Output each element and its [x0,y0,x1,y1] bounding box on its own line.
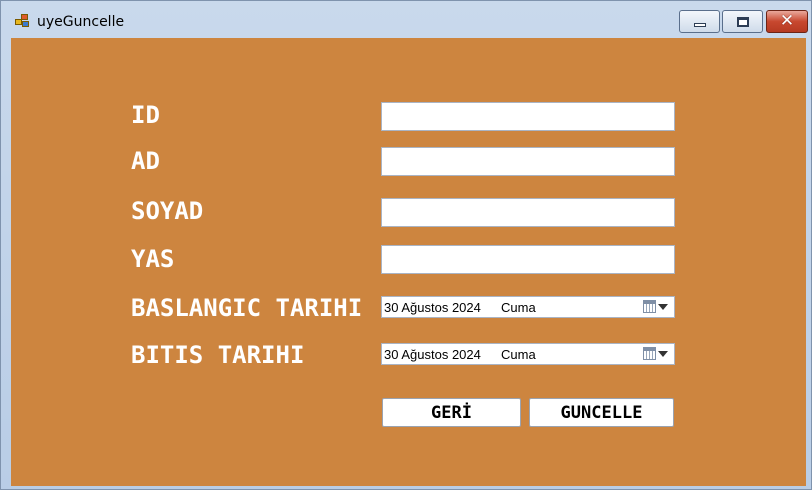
app-form-icon [15,14,31,28]
yas-label: YAS [131,245,175,273]
bitis-date-value: 30 Ağustos 2024 [384,347,481,362]
close-icon: ✕ [779,11,795,31]
baslangic-day-value: Cuma [501,300,536,315]
window-title: uyeGuncelle [37,14,125,30]
chevron-down-icon[interactable] [658,304,668,310]
app-window: uyeGuncelle ✕ ID AD SOYAD YAS BASLANGIC … [0,0,812,490]
baslangic-tarihi-picker[interactable]: 30 Ağustos 2024 Cuma [381,296,675,318]
baslangic-date-value: 30 Ağustos 2024 [384,300,481,315]
close-button[interactable]: ✕ [766,10,808,33]
calendar-icon[interactable] [643,300,656,313]
yas-input[interactable] [381,245,675,274]
guncelle-button[interactable]: GUNCELLE [529,398,674,427]
id-label: ID [131,101,160,129]
bitis-tarihi-label: BITIS TARIHI [131,341,305,369]
calendar-icon[interactable] [643,347,656,360]
form-client-area: ID AD SOYAD YAS BASLANGIC TARIHI 30 Ağus… [11,38,806,486]
soyad-input[interactable] [381,198,675,227]
title-bar[interactable]: uyeGuncelle ✕ [1,1,811,37]
minimize-icon [680,11,719,32]
bitis-tarihi-picker[interactable]: 30 Ağustos 2024 Cuma [381,343,675,365]
ad-label: AD [131,147,160,175]
bitis-day-value: Cuma [501,347,536,362]
geri-button[interactable]: GERİ [382,398,521,427]
id-input[interactable] [381,102,675,131]
maximize-button[interactable] [722,10,763,33]
ad-input[interactable] [381,147,675,176]
baslangic-tarihi-label: BASLANGIC TARIHI [131,294,363,322]
maximize-icon [723,11,762,32]
soyad-label: SOYAD [131,197,204,225]
minimize-button[interactable] [679,10,720,33]
chevron-down-icon[interactable] [658,351,668,357]
